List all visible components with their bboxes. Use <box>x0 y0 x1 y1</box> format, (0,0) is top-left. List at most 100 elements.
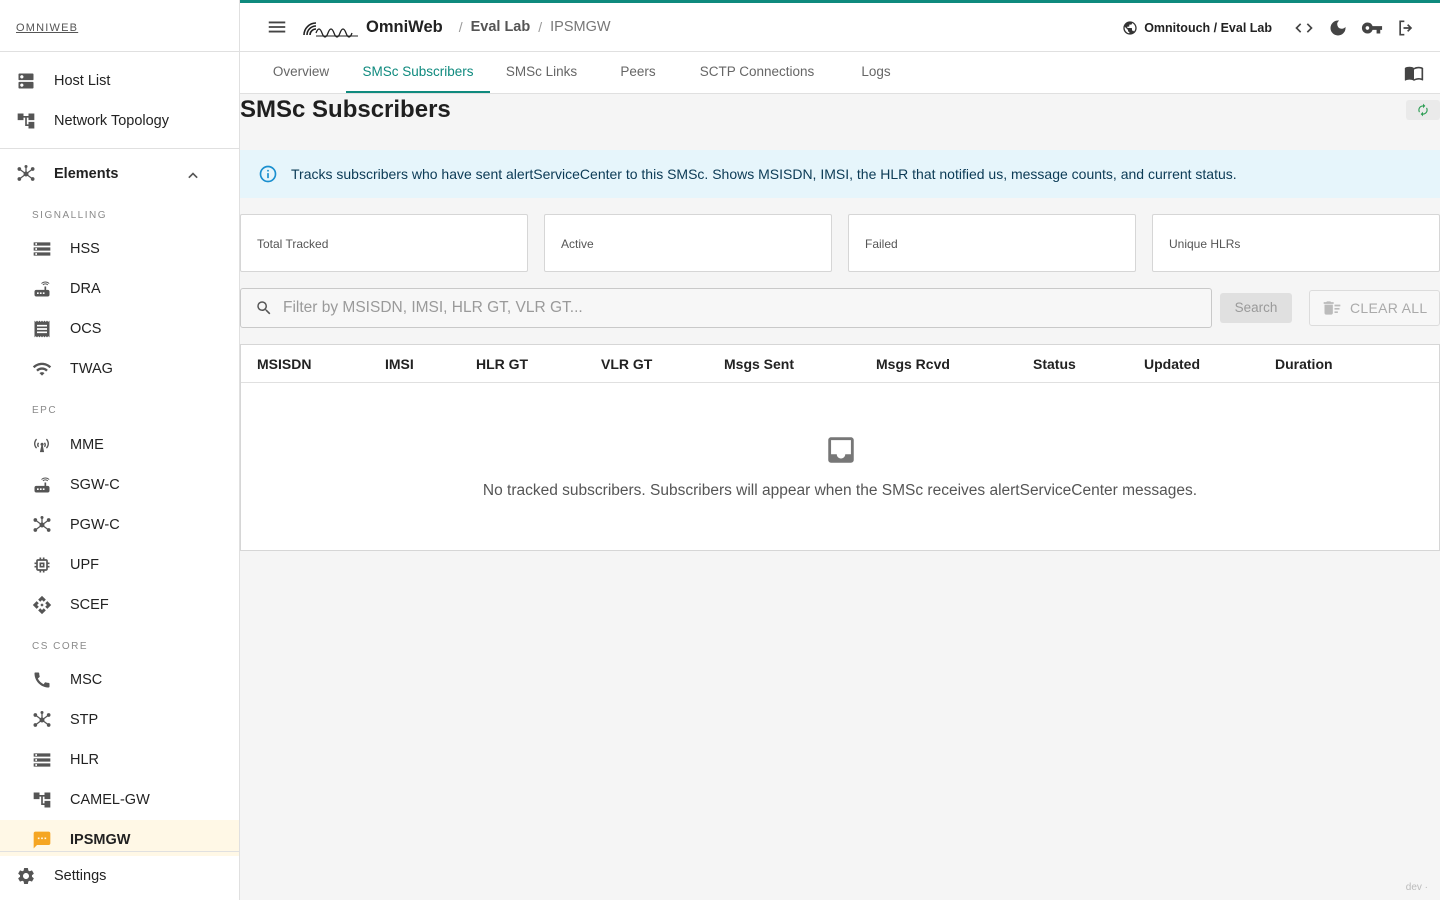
breadcrumb-site[interactable]: Eval Lab <box>471 19 531 35</box>
sidebar-item-dra[interactable]: DRA <box>0 269 239 309</box>
router-icon <box>32 279 52 299</box>
sidebar-item-label: MSC <box>70 672 103 688</box>
column-header-updated[interactable]: Updated <box>1144 356 1200 372</box>
sidebar-logo[interactable]: OMNIWEB <box>0 0 239 52</box>
sidebar-elements-label: Elements <box>54 166 119 182</box>
logout-button[interactable] <box>1394 16 1418 40</box>
sidebar-section-title: CS CORE <box>32 641 89 652</box>
sidebar-item-label: Settings <box>54 868 107 884</box>
hub-icon <box>16 164 36 184</box>
tab-logs[interactable]: Logs <box>831 52 921 93</box>
sidebar-item-ocs[interactable]: OCS <box>0 309 239 349</box>
top-bar-actions: Omnitouch / Eval Lab <box>1122 3 1418 52</box>
column-header-hlr-gt[interactable]: HLR GT <box>476 356 528 372</box>
sms-icon <box>32 830 52 850</box>
brand-name[interactable]: OmniWeb <box>366 18 443 37</box>
clear-all-button[interactable]: CLEAR ALL <box>1309 290 1440 326</box>
sidebar-elements-toggle[interactable]: Elements <box>0 154 239 194</box>
sidebar: OMNIWEB Host List Network Topology Eleme… <box>0 0 240 900</box>
receipt-icon <box>32 319 52 339</box>
sidebar-item-stp[interactable]: STP <box>0 700 239 740</box>
column-header-imsi[interactable]: IMSI <box>385 356 414 372</box>
top-bar: OmniWeb / Eval Lab / IPSMGW Omnitouch / … <box>240 0 1440 52</box>
logo-link[interactable]: OMNIWEB <box>16 22 78 34</box>
clear-all-label: CLEAR ALL <box>1350 300 1428 316</box>
sidebar-item-network-topology[interactable]: Network Topology <box>0 101 239 141</box>
sidebar-item-label: DRA <box>70 281 101 297</box>
sidebar-item-sgw-c[interactable]: SGW-C <box>0 465 239 505</box>
empty-state-message: No tracked subscribers. Subscribers will… <box>482 482 1198 499</box>
sidebar-item-label: MME <box>70 437 104 453</box>
sidebar-item-label: TWAG <box>70 361 113 377</box>
subscribers-table: MSISDN IMSI HLR GT VLR GT Msgs Sent Msgs… <box>240 344 1440 551</box>
sidebar-item-msc[interactable]: MSC <box>0 660 239 700</box>
column-header-msgs-sent[interactable]: Msgs Sent <box>724 356 794 372</box>
tenant-selector[interactable]: Omnitouch / Eval Lab <box>1144 21 1272 35</box>
code-button[interactable] <box>1292 16 1316 40</box>
stat-card-total-tracked: Total Tracked <box>240 214 528 272</box>
sidebar-item-pgw-c[interactable]: PGW-C <box>0 505 239 545</box>
docs-button[interactable] <box>1404 63 1424 83</box>
refresh-button[interactable] <box>1406 100 1440 120</box>
stat-card-failed: Failed <box>848 214 1136 272</box>
sidebar-item-twag[interactable]: TWAG <box>0 349 239 389</box>
sidebar-item-label: Network Topology <box>54 113 169 129</box>
column-header-msgs-rcvd[interactable]: Msgs Rcvd <box>876 356 950 372</box>
sidebar-item-ipsmgw[interactable]: IPSMGW <box>0 820 239 860</box>
sidebar-item-label: OCS <box>70 321 102 337</box>
sidebar-item-label: CAMEL-GW <box>70 792 150 808</box>
storage-icon <box>32 750 52 770</box>
tab-smsc-subscribers[interactable]: SMSc Subscribers <box>346 52 490 93</box>
info-alert: Tracks subscribers who have sent alertSe… <box>240 150 1440 198</box>
code-icon <box>1295 22 1313 33</box>
sidebar-item-camel-gw[interactable]: CAMEL-GW <box>0 780 239 820</box>
sidebar-item-label: SGW-C <box>70 477 120 493</box>
gear-icon <box>16 866 36 886</box>
sidebar-item-scef[interactable]: SCEF <box>0 585 239 625</box>
sidebar-item-host-list[interactable]: Host List <box>0 61 239 101</box>
column-header-msisdn[interactable]: MSISDN <box>257 356 311 372</box>
tab-sctp-connections[interactable]: SCTP Connections <box>683 52 831 93</box>
key-icon <box>1361 22 1383 33</box>
logout-icon <box>1399 20 1413 35</box>
sidebar-section-title: EPC <box>32 405 58 416</box>
chevron-up-icon <box>183 166 203 186</box>
search-button[interactable]: Search <box>1220 293 1292 323</box>
wifi-icon <box>32 359 52 379</box>
search-input[interactable] <box>283 299 1183 317</box>
omnitouch-logo <box>303 22 358 38</box>
column-header-duration[interactable]: Duration <box>1275 356 1333 372</box>
environment-label: dev · <box>1405 882 1428 893</box>
sidebar-item-label: UPF <box>70 557 99 573</box>
sidebar-item-label: HSS <box>70 241 100 257</box>
sidebar-item-hss[interactable]: HSS <box>0 229 239 269</box>
account-tree-icon <box>16 111 36 131</box>
sidebar-item-settings[interactable]: Settings <box>0 856 239 896</box>
sidebar-item-label: SCEF <box>70 597 109 613</box>
sidebar-item-mme[interactable]: MME <box>0 425 239 465</box>
table-header: MSISDN IMSI HLR GT VLR GT Msgs Sent Msgs… <box>241 345 1439 383</box>
tab-smsc-links[interactable]: SMSc Links <box>490 52 593 93</box>
sidebar-item-upf[interactable]: UPF <box>0 545 239 585</box>
tab-overview[interactable]: Overview <box>256 52 346 93</box>
sidebar-item-hlr[interactable]: HLR <box>0 740 239 780</box>
stat-label: Total Tracked <box>257 237 329 251</box>
column-header-vlr-gt[interactable]: VLR GT <box>601 356 652 372</box>
sidebar-item-label: HLR <box>70 752 100 768</box>
memory-icon <box>32 555 52 575</box>
router-icon <box>32 475 52 495</box>
tab-peers[interactable]: Peers <box>593 52 683 93</box>
dns-icon <box>16 71 36 91</box>
sidebar-item-label: STP <box>70 712 99 728</box>
dark-mode-toggle[interactable] <box>1326 16 1350 40</box>
sidebar-item-label: Host List <box>54 73 111 89</box>
stat-label: Active <box>561 237 594 251</box>
inbox-icon <box>828 437 854 463</box>
stat-card-active: Active <box>544 214 832 272</box>
api-key-button[interactable] <box>1360 16 1384 40</box>
menu-button[interactable] <box>266 16 288 38</box>
refresh-icon <box>1418 103 1428 117</box>
sidebar-item-label: IPSMGW <box>70 832 131 848</box>
column-header-status[interactable]: Status <box>1033 356 1076 372</box>
breadcrumb-separator: / <box>538 19 543 35</box>
